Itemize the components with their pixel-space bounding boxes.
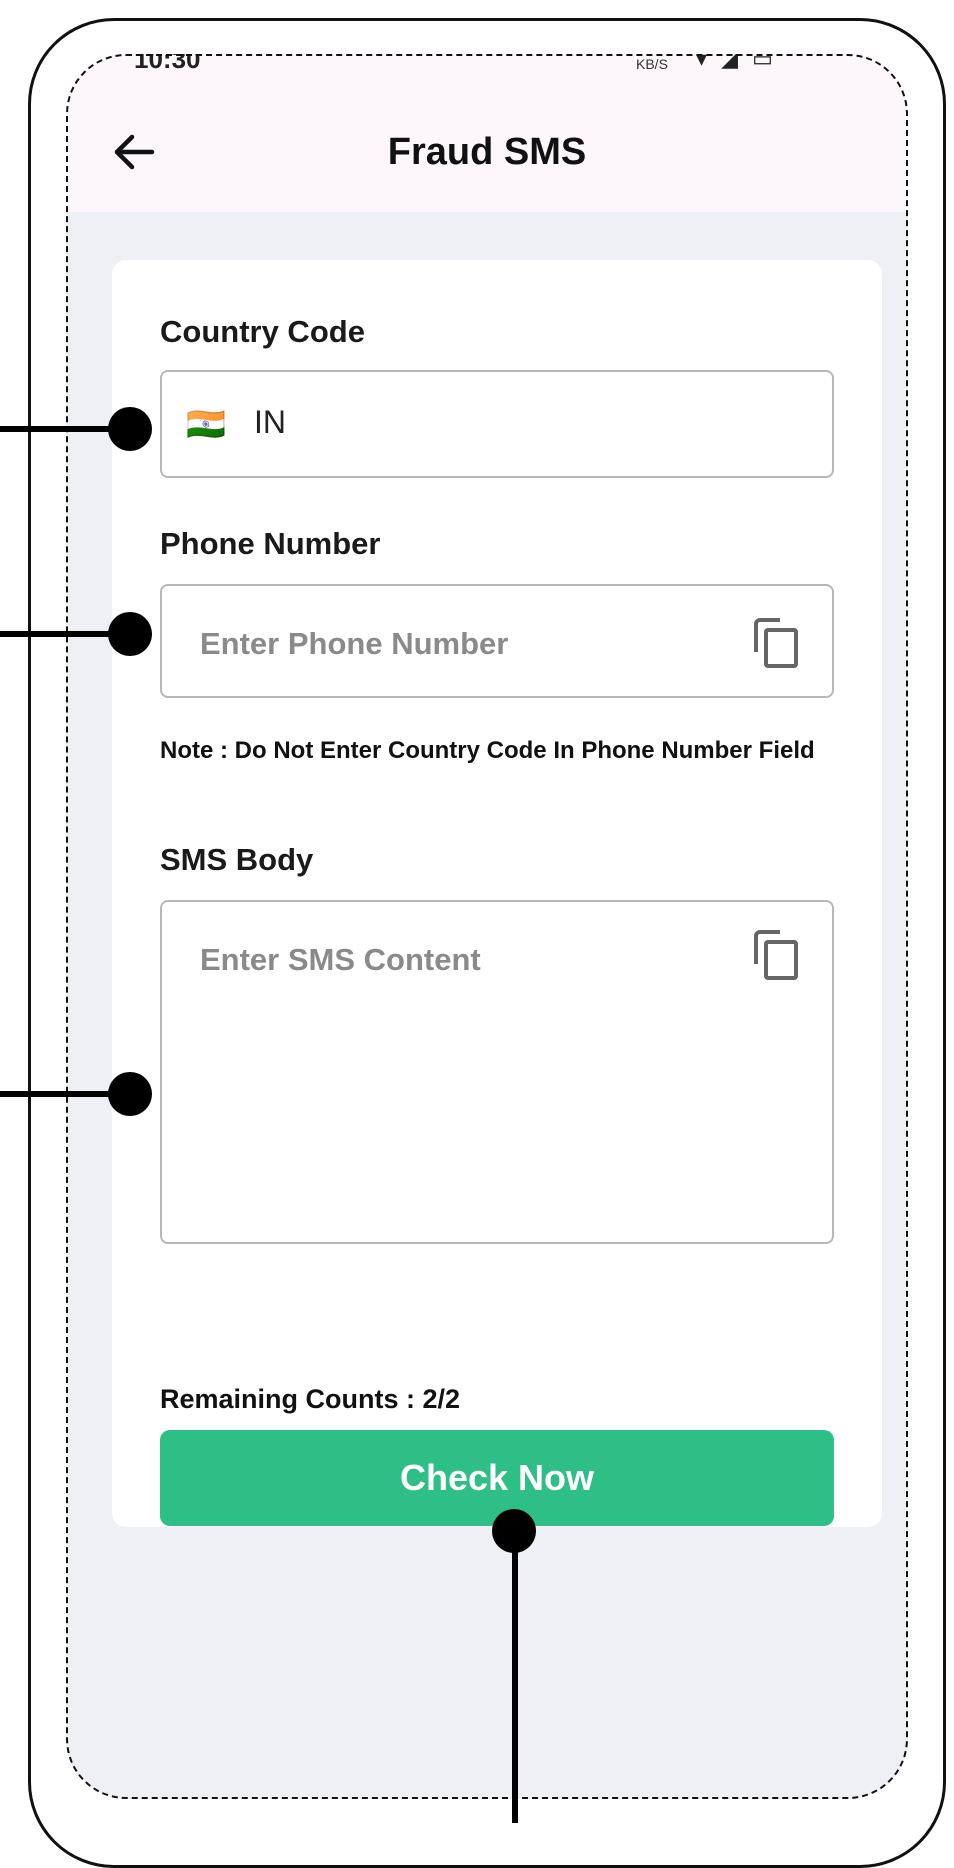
pointer-dot-country [108, 407, 152, 451]
sms-body-placeholder: Enter SMS Content [200, 942, 481, 977]
pointer-dot-phone [108, 612, 152, 656]
pointer-line-button [512, 1531, 518, 1823]
india-flag-icon: 🇮🇳 [186, 406, 226, 442]
sms-body-textarea[interactable]: Enter SMS Content [160, 900, 834, 1244]
country-code-label: Country Code [160, 314, 365, 349]
phone-number-placeholder: Enter Phone Number [200, 626, 509, 661]
phone-paste-button[interactable] [752, 616, 802, 670]
paste-icon [754, 618, 798, 668]
page-title: Fraud SMS [387, 131, 587, 173]
country-code-select[interactable]: 🇮🇳 IN [160, 370, 834, 478]
paste-icon [754, 930, 798, 980]
phone-number-label: Phone Number [160, 526, 381, 561]
status-bar: 10:30 KB/S ▾ ◢ ▭ [66, 54, 908, 82]
sms-body-label: SMS Body [160, 842, 314, 877]
app-bar: 10:30 KB/S ▾ ◢ ▭ Fraud SMS [66, 54, 908, 212]
status-time: 10:30 [134, 54, 201, 74]
sms-paste-button[interactable] [752, 928, 802, 982]
status-network-rate: KB/S [636, 56, 668, 72]
remaining-counts: Remaining Counts : 2/2 [160, 1384, 461, 1414]
phone-note: Note : Do Not Enter Country Code In Phon… [160, 737, 815, 764]
form-card: Country Code 🇮🇳 IN Phone Number Enter Ph… [112, 260, 882, 1527]
status-icons: ▾ ◢ ▭ [696, 54, 777, 71]
check-now-button[interactable]: Check Now [160, 1430, 834, 1526]
pointer-dot-sms [108, 1072, 152, 1116]
phone-screen: 10:30 KB/S ▾ ◢ ▭ Fraud SMS Country Code … [66, 54, 908, 1799]
phone-number-field[interactable]: Enter Phone Number [160, 584, 834, 698]
country-code-value: IN [254, 404, 286, 440]
